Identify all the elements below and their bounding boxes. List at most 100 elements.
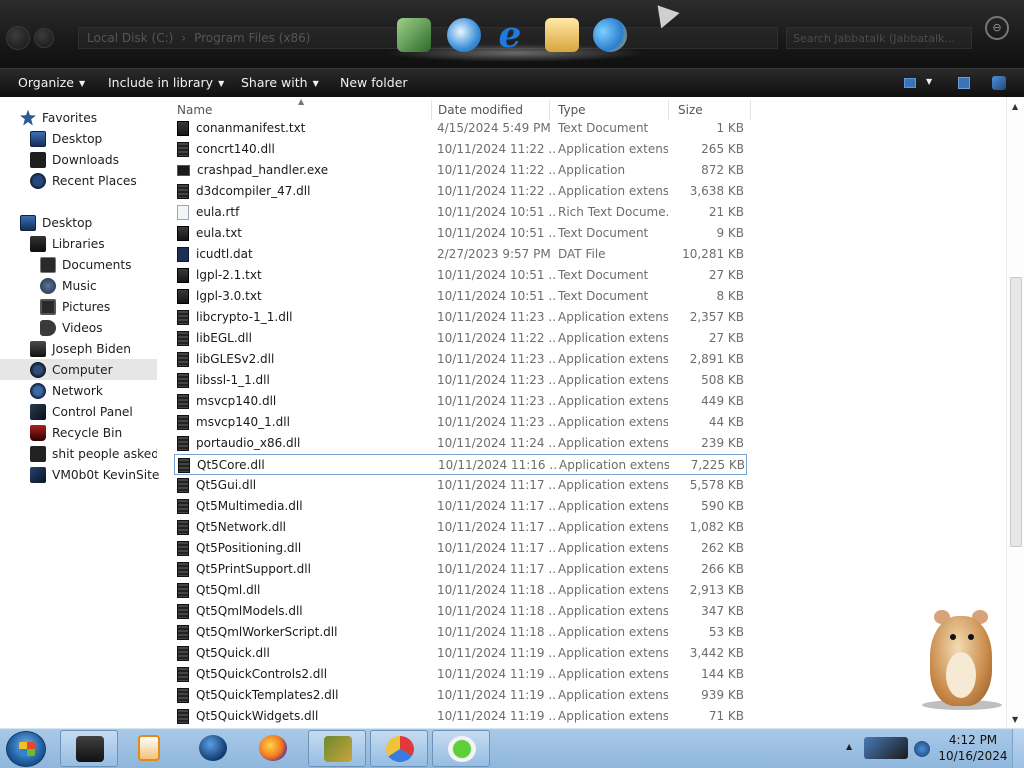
file-row[interactable]: msvcp140_1.dll 10/11/2024 11:23 ... Applic… — [174, 412, 747, 433]
nav-folder-2[interactable]: VM0b0t KevinSite — [30, 464, 190, 485]
file-row[interactable]: Qt5Positioning.dll 10/11/2024 11:17 ... Ap… — [174, 538, 747, 559]
file-name-cell: Qt5PrintSupport.dll — [177, 559, 433, 579]
internet-explorer-icon[interactable]: e — [493, 17, 527, 53]
file-type: Application extens... — [558, 310, 668, 324]
nav-desktop[interactable]: Desktop — [20, 212, 180, 233]
taskbar-app-box[interactable] — [308, 730, 366, 767]
dll-file-icon — [177, 393, 189, 409]
forward-button[interactable] — [34, 28, 54, 48]
mail-icon[interactable] — [545, 18, 579, 52]
nav-recycle-bin[interactable]: Recycle Bin — [30, 422, 190, 443]
file-row[interactable]: d3dcompiler_47.dll 10/11/2024 11:22 ... Ap… — [174, 181, 747, 202]
file-row[interactable]: eula.rtf 10/11/2024 10:51 ... Rich Text Do… — [174, 202, 747, 223]
file-row[interactable]: crashpad_handler.exe 10/11/2024 11:22 ...… — [174, 160, 747, 181]
internet-download-icon[interactable] — [447, 18, 481, 52]
file-size: 8 KB — [716, 289, 744, 303]
column-header-size[interactable]: Size — [669, 100, 751, 120]
preview-pane-icon[interactable] — [958, 77, 970, 89]
file-row[interactable]: conanmanifest.txt 4/15/2024 5:49 PM Text D… — [174, 118, 747, 139]
file-row[interactable]: libcrypto-1_1.dll 10/11/2024 11:23 ... App… — [174, 307, 747, 328]
show-hidden-icons-icon[interactable]: ▲ — [846, 742, 852, 751]
file-name-cell: libssl-1_1.dll — [177, 370, 433, 390]
nav-user-folder[interactable]: Joseph Biden — [30, 338, 190, 359]
taskbar-app-explorer[interactable] — [60, 730, 118, 767]
file-row[interactable]: Qt5QuickTemplates2.dll 10/11/2024 11:19 .… — [174, 685, 747, 706]
nav-favorites-desktop[interactable]: Desktop — [30, 128, 190, 149]
share-with-menu[interactable]: Share with ▼ — [241, 69, 319, 98]
file-row[interactable]: Qt5QmlModels.dll 10/11/2024 11:18 ... Appl… — [174, 601, 747, 622]
taskbar-app-picasa[interactable] — [370, 730, 428, 767]
file-size: 7,225 KB — [690, 458, 745, 472]
clock-time: 4:12 PM — [948, 733, 998, 747]
nav-favorites[interactable]: Favorites — [20, 107, 180, 128]
app-grid-icon[interactable] — [397, 18, 431, 52]
nav-libraries[interactable]: Libraries — [30, 233, 190, 254]
help-icon[interactable] — [992, 76, 1006, 90]
file-row[interactable]: eula.txt 10/11/2024 10:51 ... Text Documen… — [174, 223, 747, 244]
file-row[interactable]: Qt5Gui.dll 10/11/2024 11:17 ... Applicatio… — [174, 475, 747, 496]
taskbar-app-media-player[interactable] — [120, 730, 178, 767]
nav-network[interactable]: Network — [30, 380, 190, 401]
dll-file-icon — [177, 351, 189, 367]
nav-folder-1[interactable]: shit people asked me — [30, 443, 157, 464]
file-row[interactable]: libGLESv2.dll 10/11/2024 11:23 ... Applica… — [174, 349, 747, 370]
file-row[interactable]: icudtl.dat 2/27/2023 9:57 PM DAT File 10,28… — [174, 244, 747, 265]
file-row[interactable]: Qt5QuickControls2.dll 10/11/2024 11:19 ..… — [174, 664, 747, 685]
column-header-date-modified[interactable]: Date modified — [429, 100, 550, 120]
file-row[interactable]: Qt5Multimedia.dll 10/11/2024 11:17 ... App… — [174, 496, 747, 517]
file-row[interactable]: Qt5Network.dll 10/11/2024 11:17 ... Applic… — [174, 517, 747, 538]
scrollbar-thumb[interactable] — [1010, 277, 1022, 547]
taskbar-app-google-earth[interactable] — [184, 730, 242, 767]
scroll-down-icon[interactable]: ▼ — [1012, 715, 1018, 724]
back-button[interactable] — [6, 26, 30, 50]
file-row[interactable]: Qt5Qml.dll 10/11/2024 11:18 ... Applicatio… — [174, 580, 747, 601]
file-row[interactable]: Qt5QuickWidgets.dll 10/11/2024 11:19 ... A… — [174, 706, 747, 727]
nav-downloads[interactable]: Downloads — [30, 149, 190, 170]
new-folder-button[interactable]: New folder — [340, 69, 408, 98]
file-list: Name Date modified Type Size conanmanife… — [168, 97, 1006, 728]
nav-recent-places[interactable]: Recent Places — [30, 170, 190, 191]
file-name: libcrypto-1_1.dll — [196, 310, 293, 324]
column-header-type[interactable]: Type — [549, 100, 669, 120]
file-row[interactable]: Qt5PrintSupport.dll 10/11/2024 11:17 ... A… — [174, 559, 747, 580]
file-row[interactable]: portaudio_x86.dll 10/11/2024 11:24 ... App… — [174, 433, 747, 454]
breadcrumb-drive[interactable]: Local Disk (C:) — [87, 31, 173, 45]
change-view-icon[interactable] — [904, 78, 916, 88]
file-name: Qt5Qml.dll — [196, 583, 261, 597]
file-row[interactable]: libssl-1_1.dll 10/11/2024 11:23 ... Applic… — [174, 370, 747, 391]
file-row[interactable]: Qt5Core.dll 10/11/2024 11:16 ... Applicati… — [174, 454, 747, 475]
file-type: Application extens... — [558, 604, 668, 618]
view-options-chevron-icon[interactable]: ▼ — [926, 77, 932, 93]
file-row[interactable]: msvcp140.dll 10/11/2024 11:23 ... Applicat… — [174, 391, 747, 412]
network-tray-icon[interactable] — [914, 741, 930, 757]
organize-menu[interactable]: Organize ▼ — [18, 69, 85, 98]
scroll-up-icon[interactable]: ▲ — [1012, 102, 1018, 111]
tray-app-icon[interactable] — [864, 737, 908, 759]
start-button[interactable] — [6, 731, 46, 767]
file-date: 10/11/2024 11:16 ... — [438, 458, 556, 472]
show-desktop-button[interactable] — [1012, 729, 1024, 768]
search-input[interactable]: Search Jabbatalk (Jabbatalk... — [786, 27, 972, 49]
file-row[interactable]: Qt5QmlWorkerScript.dll 10/11/2024 11:18 .… — [174, 622, 747, 643]
vertical-scrollbar[interactable]: ▲ ▼ — [1006, 97, 1024, 728]
include-in-library-menu[interactable]: Include in library ▼ — [108, 69, 224, 98]
file-type: Application extens... — [558, 541, 668, 555]
window-control-button[interactable]: ⊖ — [985, 16, 1009, 40]
file-row[interactable]: lgpl-3.0.txt 10/11/2024 10:51 ... Text Doc… — [174, 286, 747, 307]
nav-computer[interactable]: Computer — [0, 359, 157, 380]
breadcrumb-folder[interactable]: Program Files (x86) — [194, 31, 310, 45]
users-icon[interactable] — [593, 18, 627, 52]
taskbar-app-cloud[interactable] — [432, 730, 490, 767]
system-clock[interactable]: 4:12 PM 10/16/2024 — [938, 732, 1008, 764]
file-row[interactable]: concrt140.dll 10/11/2024 11:22 ... Applica… — [174, 139, 747, 160]
file-size: 10,281 KB — [682, 247, 744, 261]
taskbar-app-firefox[interactable] — [244, 730, 302, 767]
file-row[interactable]: Qt5Quick.dll 10/11/2024 11:19 ... Applicat… — [174, 643, 747, 664]
file-name-cell: Qt5QuickControls2.dll — [177, 664, 433, 684]
file-row[interactable]: lgpl-2.1.txt 10/11/2024 10:51 ... Text Doc… — [174, 265, 747, 286]
file-date: 10/11/2024 11:17 ... — [437, 562, 555, 576]
file-row[interactable]: libEGL.dll 10/11/2024 11:22 ... Applicatio… — [174, 328, 747, 349]
desktop-icon — [20, 214, 36, 231]
file-date: 10/11/2024 11:23 ... — [437, 415, 555, 429]
nav-control-panel[interactable]: Control Panel — [30, 401, 190, 422]
